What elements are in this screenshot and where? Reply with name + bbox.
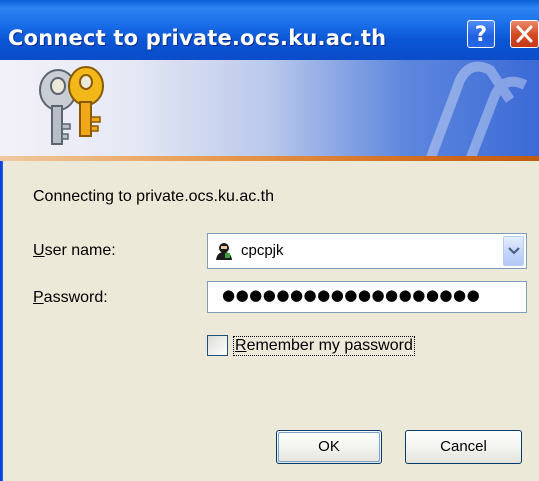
username-label: User name: bbox=[33, 242, 116, 260]
remember-password-checkbox[interactable] bbox=[207, 335, 228, 356]
default-button-highlight bbox=[278, 432, 380, 462]
username-value: cpcpjk bbox=[241, 242, 284, 259]
banner-decoration bbox=[426, 61, 528, 156]
password-label-mnemonic: P bbox=[33, 289, 44, 306]
username-label-text: ser name: bbox=[44, 242, 116, 259]
username-label-mnemonic: U bbox=[33, 242, 45, 259]
ok-button[interactable]: OK bbox=[276, 430, 382, 464]
connecting-message: Connecting to private.ocs.ku.ac.th bbox=[33, 188, 275, 205]
remember-label-mnemonic: R bbox=[235, 337, 247, 354]
user-icon bbox=[216, 243, 232, 260]
remember-password-label[interactable]: Remember my password bbox=[233, 336, 415, 356]
password-label-text: assword: bbox=[43, 289, 108, 306]
connect-dialog: Connect to private.ocs.ku.ac.th ? Connec… bbox=[0, 0, 539, 481]
help-icon: ? bbox=[474, 22, 488, 46]
remember-label-text: emember my password bbox=[246, 337, 413, 354]
window-title: Connect to private.ocs.ku.ac.th bbox=[8, 26, 387, 50]
password-mask: ●●●●●●●●●●●●●●●●●●● bbox=[222, 286, 481, 304]
banner-stripe bbox=[0, 156, 539, 161]
close-button[interactable] bbox=[510, 20, 539, 48]
password-label: Password: bbox=[33, 289, 108, 307]
cancel-button-label: Cancel bbox=[440, 438, 487, 455]
username-combobox[interactable]: cpcpjk bbox=[207, 233, 527, 269]
title-bar[interactable]: Connect to private.ocs.ku.ac.th ? bbox=[0, 0, 539, 60]
keys-icon bbox=[39, 66, 104, 145]
password-field[interactable]: ●●●●●●●●●●●●●●●●●●● bbox=[207, 281, 527, 313]
username-dropdown-button[interactable] bbox=[503, 236, 524, 266]
help-button[interactable]: ? bbox=[467, 20, 495, 48]
cancel-button[interactable]: Cancel bbox=[405, 430, 522, 464]
close-icon bbox=[516, 25, 533, 43]
chevron-down-icon bbox=[508, 247, 520, 255]
